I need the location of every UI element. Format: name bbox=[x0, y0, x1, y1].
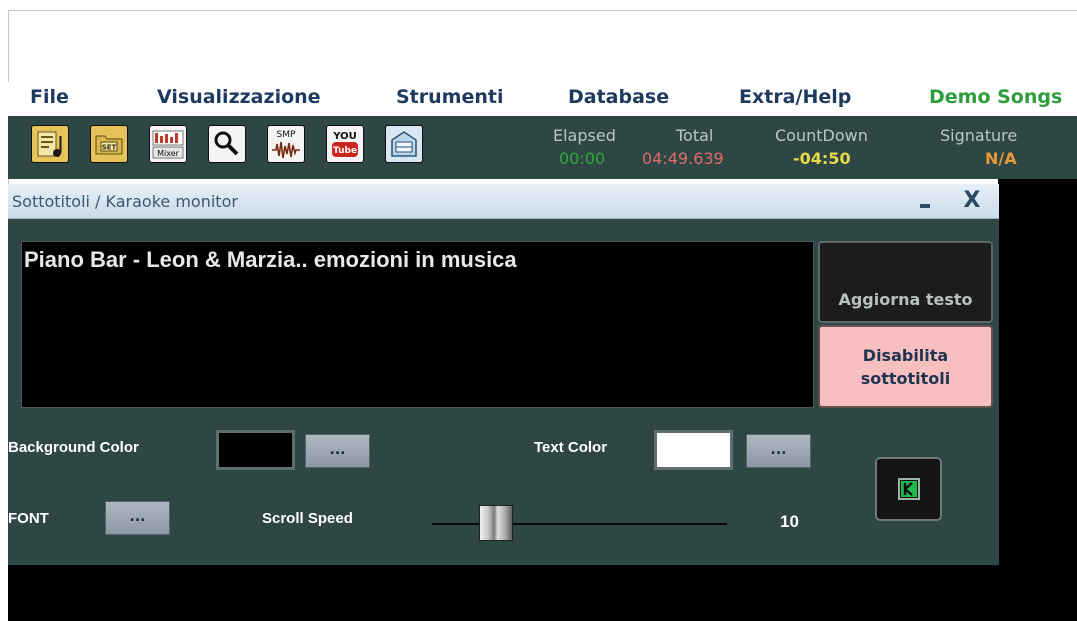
karaoke-button[interactable] bbox=[875, 457, 942, 521]
svg-text:Mixer: Mixer bbox=[157, 149, 180, 158]
subtitle-window: Sottotitoli / Karaoke monitor X Piano Ba… bbox=[8, 184, 999, 565]
background-area-bottom bbox=[8, 565, 1077, 621]
update-text-button[interactable]: Aggiorna testo bbox=[818, 241, 993, 323]
countdown-value: -04:50 bbox=[793, 149, 851, 168]
background-color-picker-button[interactable]: ... bbox=[305, 434, 370, 468]
minimize-button[interactable] bbox=[914, 186, 936, 214]
background-area bbox=[998, 179, 1077, 571]
disable-subtitles-line2: sottotitoli bbox=[860, 369, 951, 388]
svg-text:SET: SET bbox=[102, 144, 117, 152]
signature-value: N/A bbox=[985, 149, 1017, 168]
text-color-picker-button[interactable]: ... bbox=[746, 434, 811, 468]
close-button[interactable]: X bbox=[958, 186, 986, 216]
disable-subtitles-line1: Disabilita bbox=[862, 346, 949, 365]
toolbar: SET Mixer SMP YOU Tube Elapsed 00:00 Tot… bbox=[8, 116, 1077, 179]
subtitle-window-titlebar[interactable]: Sottotitoli / Karaoke monitor X bbox=[8, 184, 999, 219]
smp-sample-icon: SMP bbox=[268, 126, 304, 162]
signature-label: Signature bbox=[940, 126, 1018, 145]
menu-strumenti[interactable]: Strumenti bbox=[396, 86, 503, 108]
subtitle-window-title: Sottotitoli / Karaoke monitor bbox=[12, 192, 238, 211]
svg-text:Tube: Tube bbox=[333, 146, 357, 156]
music-file-button[interactable] bbox=[31, 125, 69, 163]
database-button[interactable] bbox=[385, 125, 423, 163]
search-icon bbox=[209, 126, 245, 162]
text-color-label: Text Color bbox=[534, 439, 608, 456]
youtube-icon: YOU Tube bbox=[327, 126, 363, 162]
scroll-speed-track[interactable] bbox=[432, 523, 727, 525]
scroll-speed-label: Scroll Speed bbox=[262, 510, 353, 527]
mixer-icon: Mixer bbox=[150, 126, 186, 162]
smp-button[interactable]: SMP bbox=[267, 125, 305, 163]
svg-text:YOU: YOU bbox=[332, 131, 357, 142]
total-label: Total bbox=[676, 126, 714, 145]
total-value: 04:49.639 bbox=[642, 149, 724, 168]
menu-file[interactable]: File bbox=[30, 86, 69, 108]
subtitle-text: Piano Bar - Leon & Marzia.. emozioni in … bbox=[24, 247, 517, 272]
elapsed-value: 00:00 bbox=[559, 149, 606, 168]
background-color-swatch[interactable] bbox=[216, 430, 295, 470]
mixer-button[interactable]: Mixer bbox=[149, 125, 187, 163]
elapsed-label: Elapsed bbox=[553, 126, 616, 145]
youtube-button[interactable]: YOU Tube bbox=[326, 125, 364, 163]
music-file-icon bbox=[32, 126, 68, 162]
karaoke-k-icon bbox=[898, 478, 920, 500]
menu-demo-songs[interactable]: Demo Songs bbox=[929, 86, 1062, 108]
menu-visualizzazione[interactable]: Visualizzazione bbox=[157, 86, 321, 108]
subtitle-text-area[interactable]: Piano Bar - Leon & Marzia.. emozioni in … bbox=[21, 241, 814, 408]
update-text-label: Aggiorna testo bbox=[838, 290, 973, 309]
minimize-icon bbox=[920, 204, 930, 208]
text-color-swatch[interactable] bbox=[654, 430, 733, 470]
scroll-speed-value: 10 bbox=[780, 512, 799, 531]
scroll-speed-thumb[interactable] bbox=[478, 505, 513, 541]
menu-database[interactable]: Database bbox=[568, 86, 669, 108]
database-icon bbox=[386, 126, 422, 162]
search-button[interactable] bbox=[208, 125, 246, 163]
menu-bar: File Visualizzazione Strumenti Database … bbox=[8, 82, 1077, 116]
settings-folder-icon: SET bbox=[91, 126, 127, 162]
background-color-label: Background Color bbox=[8, 439, 139, 456]
countdown-label: CountDown bbox=[775, 126, 868, 145]
disable-subtitles-button[interactable]: Disabilita sottotitoli bbox=[818, 325, 993, 408]
disable-subtitles-label: Disabilita sottotitoli bbox=[820, 344, 991, 390]
font-picker-button[interactable]: ... bbox=[105, 501, 170, 535]
font-label: FONT bbox=[8, 510, 49, 527]
menu-extra-help[interactable]: Extra/Help bbox=[739, 86, 851, 108]
svg-text:SMP: SMP bbox=[277, 130, 296, 140]
settings-button[interactable]: SET bbox=[90, 125, 128, 163]
